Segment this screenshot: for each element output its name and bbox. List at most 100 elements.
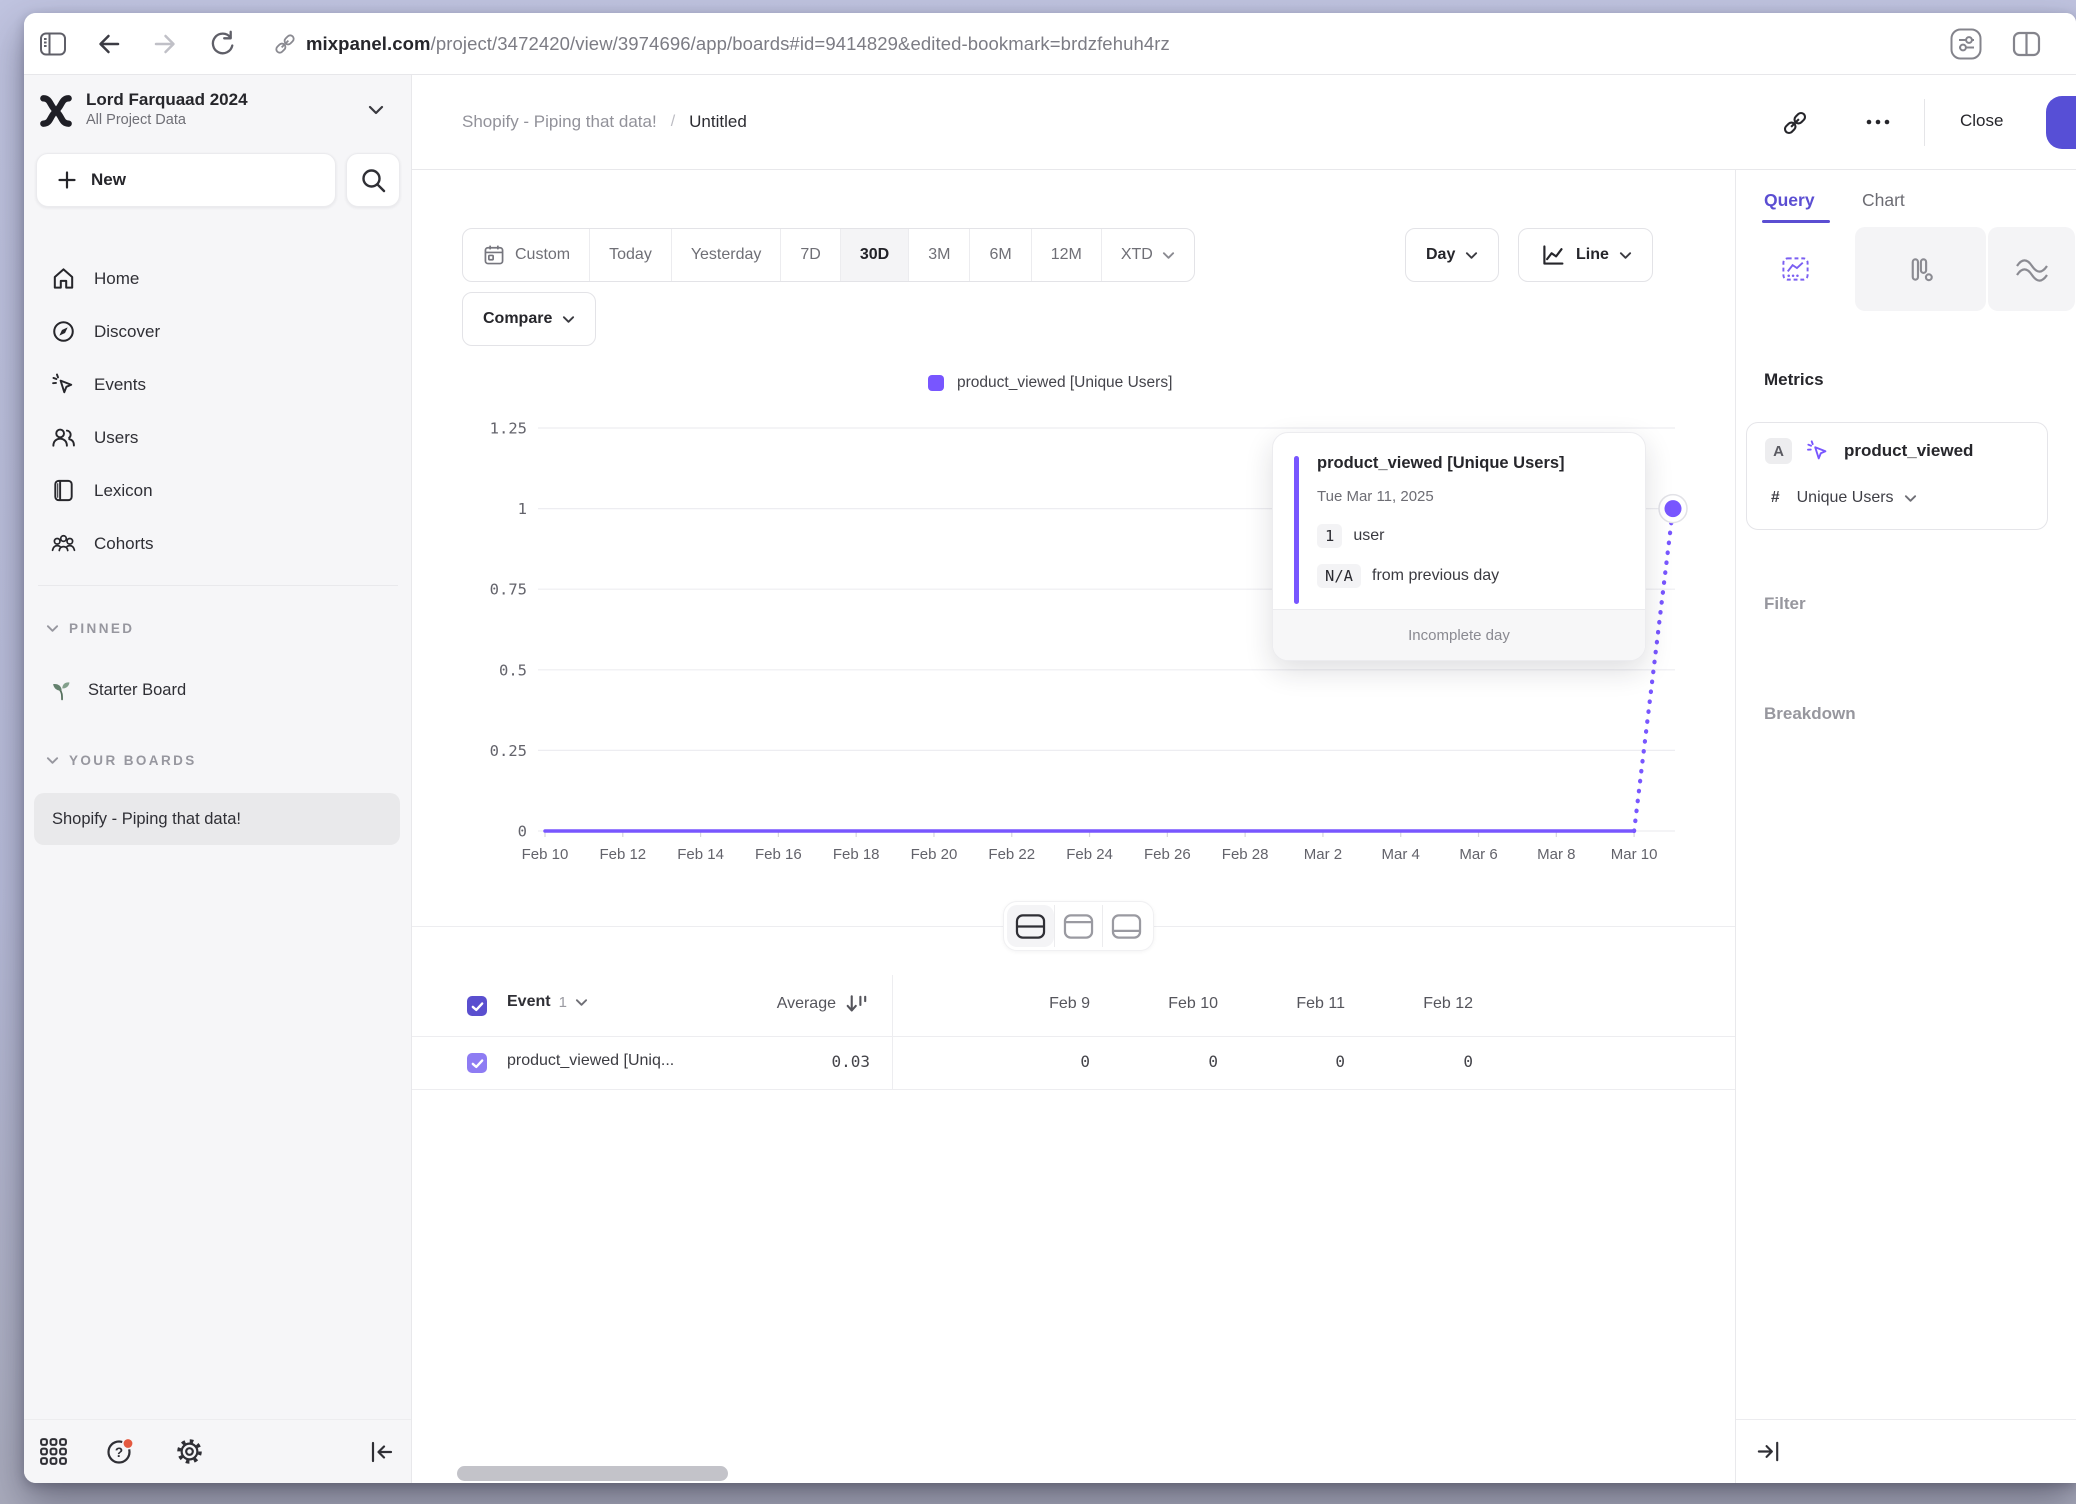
select-all-checkbox[interactable]: [467, 996, 487, 1016]
settings-gear-icon[interactable]: [174, 1436, 205, 1467]
pinned-section-header[interactable]: PINNED: [46, 621, 134, 636]
close-button[interactable]: Close: [1960, 111, 2003, 131]
filter-heading: Filter: [1764, 594, 1806, 614]
range-label: 6M: [989, 246, 1011, 264]
tooltip-delta-label: from previous day: [1372, 567, 1499, 585]
range-7d[interactable]: 7D: [781, 229, 840, 281]
svg-text:Feb 12: Feb 12: [599, 846, 646, 863]
compare-label: Compare: [483, 310, 552, 328]
tooltip-delta-row: N/A from previous day: [1317, 564, 1499, 588]
sidebar-item-cohorts[interactable]: Cohorts: [36, 517, 400, 570]
tooltip-delta: N/A: [1317, 564, 1361, 588]
search-icon: [359, 166, 387, 194]
apps-grid-icon[interactable]: [38, 1436, 69, 1467]
svg-text:Feb 24: Feb 24: [1066, 846, 1113, 863]
chevron-down-icon[interactable]: [575, 998, 588, 1007]
layout-table-only-button[interactable]: [1103, 905, 1150, 947]
row-cell-value: 0: [1353, 1052, 1473, 1071]
lexicon-icon: [50, 477, 77, 504]
chevron-down-icon: [1465, 251, 1478, 260]
svg-text:Feb 20: Feb 20: [911, 846, 958, 863]
sidebar-item-events[interactable]: Events: [36, 358, 400, 411]
your-boards-section-header[interactable]: YOUR BOARDS: [46, 753, 197, 768]
svg-text:Feb 26: Feb 26: [1144, 846, 1191, 863]
range-6m[interactable]: 6M: [970, 229, 1031, 281]
layout-chart-only-button[interactable]: [1055, 905, 1102, 947]
mixpanel-logo: [37, 91, 75, 131]
sort-icon[interactable]: [845, 993, 870, 1015]
horizontal-scrollbar[interactable]: [457, 1466, 728, 1481]
sidebar-item-discover[interactable]: Discover: [36, 305, 400, 358]
date-column-header: Feb 10: [1098, 995, 1218, 1013]
tooltip-value-row: 1 user: [1317, 524, 1384, 548]
collapse-sidebar-icon[interactable]: [367, 1437, 397, 1467]
workspace-switcher[interactable]: Lord Farquaad 2024 All Project Data: [86, 89, 356, 128]
reload-icon[interactable]: [206, 29, 236, 59]
range-30d[interactable]: 30D: [841, 229, 909, 281]
new-button[interactable]: New: [36, 153, 336, 207]
range-label: 12M: [1051, 246, 1082, 264]
sidebar-item-label: Users: [94, 428, 138, 448]
chart-legend-item[interactable]: product_viewed [Unique Users]: [928, 374, 1172, 392]
compare-dropdown[interactable]: Compare: [462, 292, 596, 346]
browser-toolbar: mixpanel.com/project/3472420/view/397469…: [24, 13, 2076, 75]
cohorts-icon: [50, 530, 77, 557]
tab-query[interactable]: Query: [1764, 190, 1815, 211]
svg-text:?: ?: [115, 1445, 123, 1460]
aggregation-dropdown[interactable]: Unique Users: [1797, 489, 1917, 507]
sidebar-item-home[interactable]: Home: [36, 252, 400, 305]
event-column-header[interactable]: Event: [507, 993, 551, 1011]
back-icon[interactable]: [94, 29, 124, 59]
chevron-down-icon: [46, 756, 59, 765]
range-12m[interactable]: 12M: [1032, 229, 1102, 281]
address-bar[interactable]: mixpanel.com/project/3472420/view/397469…: [306, 33, 1170, 55]
range-today[interactable]: Today: [590, 229, 672, 281]
tooltip-date: Tue Mar 11, 2025: [1317, 488, 1434, 505]
chart-type-funnels-tab[interactable]: [1855, 227, 1986, 311]
sidebar-item-board-shopify[interactable]: Shopify - Piping that data!: [34, 793, 400, 845]
range-label: Today: [609, 246, 652, 264]
chart-type-insights-tab[interactable]: [1736, 227, 1854, 311]
row-checkbox[interactable]: [467, 1053, 487, 1073]
svg-text:Feb 10: Feb 10: [522, 846, 569, 863]
browser-settings-icon[interactable]: [1948, 26, 1984, 62]
breadcrumb-board[interactable]: Shopify - Piping that data!: [462, 112, 657, 132]
metric-letter-chip: A: [1765, 438, 1792, 464]
copy-link-icon[interactable]: [1780, 108, 1810, 138]
split-view-icon[interactable]: [2010, 27, 2043, 60]
range-yesterday[interactable]: Yesterday: [672, 229, 782, 281]
layout-split-button[interactable]: [1007, 905, 1054, 947]
chart-tooltip: product_viewed [Unique Users] Tue Mar 11…: [1272, 432, 1646, 661]
tooltip-value-unit: user: [1353, 527, 1384, 545]
forward-icon[interactable]: [150, 29, 180, 59]
range-3m[interactable]: 3M: [909, 229, 970, 281]
sidebar-toggle-icon[interactable]: [38, 29, 68, 59]
sidebar-item-starter-board[interactable]: Starter Board: [36, 664, 400, 716]
chart-style-dropdown[interactable]: Line: [1518, 228, 1653, 282]
granularity-dropdown[interactable]: Day: [1405, 228, 1499, 282]
workspace-chevron-down-icon[interactable]: [368, 105, 384, 115]
table-freeze-divider: [892, 975, 893, 1090]
table-row[interactable]: product_viewed [Uniq... 0.03 0 0 0 0: [412, 1037, 1735, 1090]
average-column-header[interactable]: Average: [777, 995, 836, 1013]
save-button-partial[interactable]: [2046, 96, 2076, 149]
sidebar-divider: [38, 585, 398, 586]
row-cell-value: 0: [1225, 1052, 1345, 1071]
tooltip-series-bar: [1294, 456, 1299, 604]
sidebar-item-label: Events: [94, 375, 146, 395]
range-custom[interactable]: Custom: [463, 229, 590, 281]
home-icon: [50, 265, 77, 292]
breadcrumb-report[interactable]: Untitled: [689, 112, 747, 132]
range-label: Yesterday: [691, 246, 762, 264]
chart-type-retention-tab[interactable]: [1988, 227, 2075, 311]
sidebar-item-lexicon[interactable]: Lexicon: [36, 464, 400, 517]
sidebar-item-users[interactable]: Users: [36, 411, 400, 464]
collapse-panel-icon[interactable]: [1754, 1437, 1783, 1466]
range-xtd[interactable]: XTD: [1102, 229, 1194, 281]
more-options-icon[interactable]: [1864, 117, 1892, 127]
tab-chart[interactable]: Chart: [1862, 190, 1905, 211]
query-panel: Query Chart Metrics: [1735, 170, 2076, 1483]
search-button[interactable]: [346, 153, 400, 207]
help-icon[interactable]: ?: [105, 1436, 138, 1467]
metric-card[interactable]: A product_viewed # Unique Users: [1746, 422, 2048, 530]
